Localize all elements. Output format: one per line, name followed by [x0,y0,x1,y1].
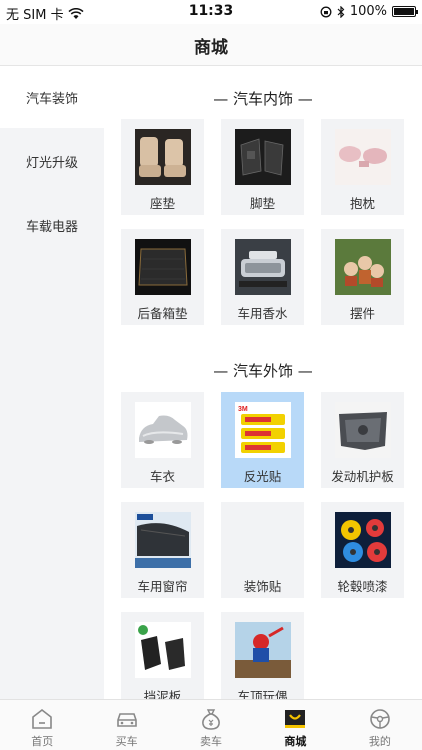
tab-label: 我的 [368,735,391,748]
product-cell-wheel-paint[interactable]: 轮毂喷漆 [321,502,404,598]
tab-label: 首页 [31,735,54,748]
product-label: 发动机护板 [331,469,394,484]
tab-bar: 首页 买车 卖车 商城 我的 [0,699,422,750]
product-cell-floor-mat[interactable]: 脚垫 [221,119,304,215]
decal-image [235,512,291,568]
home-icon [32,708,53,729]
product-label: 车衣 [149,469,175,484]
bluetooth-icon [337,5,345,18]
tab-label: 卖车 [200,735,223,748]
tab-mine[interactable]: 我的 [338,700,422,750]
section-title-interior: — 汽车内饰 — [213,90,313,108]
sidebar-item-label: 汽车装饰 [25,91,78,107]
tab-home[interactable]: 首页 [0,700,84,750]
product-cell-seat-cushion[interactable]: 座垫 [121,119,204,215]
tab-shop[interactable]: 商城 [253,700,337,750]
shop-icon [285,710,306,728]
page-title: 商城 [194,38,228,58]
sidebar-item-label: 灯光升级 [25,155,78,171]
car-cover-image [134,402,191,458]
product-cell-pillow[interactable]: 抱枕 [321,119,404,215]
sidebar-item-lighting-upgrade[interactable]: 灯光升级 [0,130,104,192]
product-label: 装饰贴 [243,579,282,594]
tab-buy-car[interactable]: 买车 [84,700,168,750]
mudguard-image [134,622,191,678]
product-cell-decal[interactable]: 装饰贴 [221,502,304,598]
ornament-image [334,239,391,295]
engine-guard-image [334,402,391,458]
pillow-image [334,129,391,185]
battery-percent: 100% [349,4,387,19]
product-cell-engine-guard[interactable]: 发动机护板 [321,392,404,488]
product-cell-car-curtain[interactable]: 车用窗帘 [121,502,204,598]
car-perfume-image [234,239,291,295]
product-label: 摆件 [349,306,375,321]
tab-label: 买车 [115,735,138,748]
interior-grid: 座垫 脚垫 抱枕 后备箱垫 车用香水 摆件 [121,119,404,325]
product-label: 座垫 [149,196,175,211]
roof-doll-image [234,622,291,678]
product-content: — 汽车内饰 — 座垫 脚垫 抱枕 后备箱垫 车用香水 摆件 — 汽车外饰 — … [104,66,422,699]
product-label: 轮毂喷漆 [337,579,388,594]
car-curtain-image [134,512,191,568]
wheel-paint-image [334,512,391,568]
product-cell-mudguard[interactable]: 挡泥板 [121,612,204,699]
status-bar: 无 SIM 卡 11:33 100% [0,0,422,24]
seat-cushion-image [134,129,191,185]
product-label: 后备箱垫 [137,306,188,321]
product-cell-car-cover[interactable]: 车衣 [121,392,204,488]
product-label: 挡泥板 [143,689,182,699]
nav-bar: 商城 [0,24,422,66]
rotation-lock-icon [320,6,332,17]
trunk-mat-image [134,239,191,295]
product-label: 抱枕 [349,196,375,211]
category-sidebar: 汽车装饰 灯光升级 车载电器 [0,66,104,699]
product-label: 车用香水 [237,306,288,321]
steering-wheel-icon [370,709,390,729]
sidebar-item-car-electronics[interactable]: 车载电器 [0,194,104,256]
product-label: 车用窗帘 [137,579,188,594]
tab-sell-car[interactable]: 卖车 [169,700,253,750]
product-cell-ornament[interactable]: 摆件 [321,229,404,325]
floor-mat-image [234,129,291,185]
product-cell-reflective-sticker[interactable]: 3M 反光贴 [221,392,304,488]
reflective-sticker-image: 3M [234,402,291,458]
product-cell-roof-doll[interactable]: 车顶玩偶 [221,612,304,699]
product-label: 脚垫 [249,196,275,211]
sidebar-item-label: 车载电器 [25,219,78,235]
product-label: 反光贴 [243,469,282,484]
product-cell-car-perfume[interactable]: 车用香水 [221,229,304,325]
product-label: 车顶玩偶 [237,689,288,699]
sidebar-item-car-decoration[interactable]: 汽车装饰 [0,66,104,128]
battery-icon [392,6,418,17]
car-icon [116,713,137,727]
tab-label: 商城 [284,735,307,748]
section-title-exterior: — 汽车外饰 — [213,362,313,380]
exterior-grid: 车衣 3M 反光贴 发动机护板 车用窗帘 装饰贴 轮毂喷漆 挡泥板 车顶玩偶 [121,392,404,699]
sticker-brand-text: 3M [238,406,248,413]
product-cell-trunk-mat[interactable]: 后备箱垫 [121,229,204,325]
money-bag-icon [202,709,220,730]
